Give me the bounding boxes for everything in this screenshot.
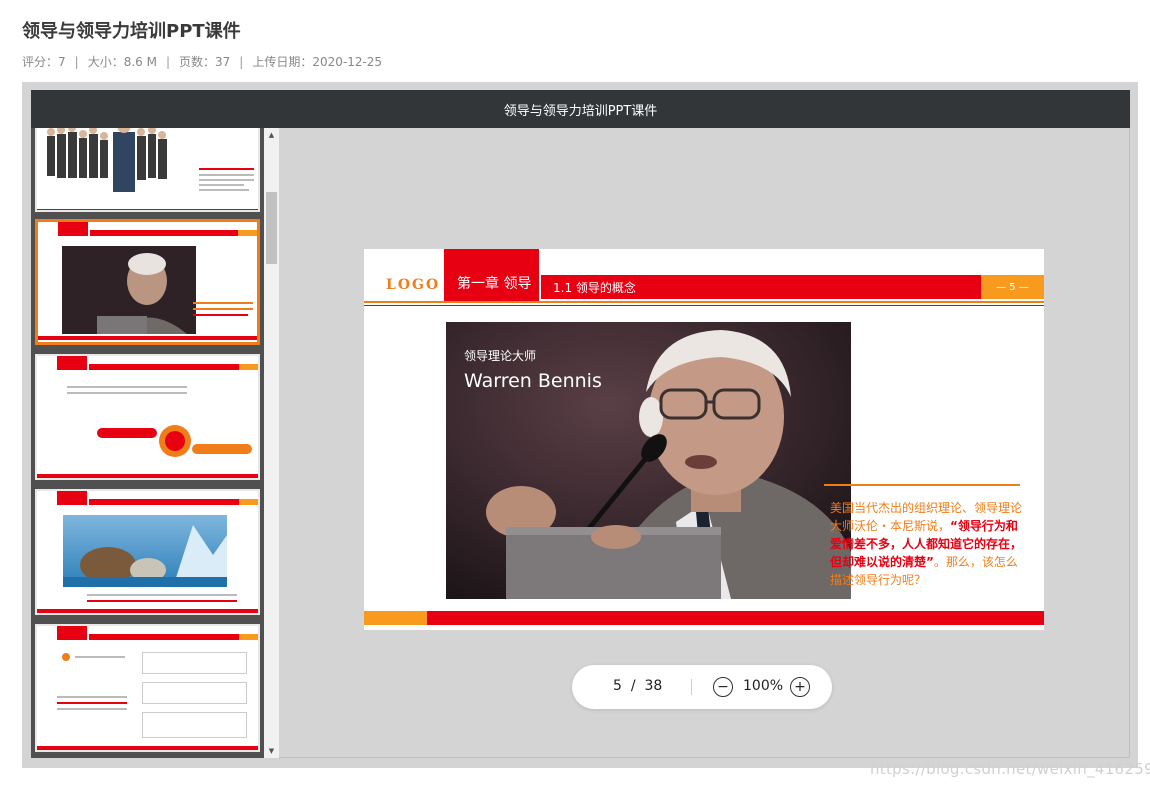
thumbnail-text <box>75 656 125 658</box>
slide-section-bar: 1.1 领导的概念 <box>541 275 981 299</box>
thumbnail-header <box>57 491 87 505</box>
page-slash: / <box>630 678 636 694</box>
scrollbar-thumb[interactable] <box>266 192 277 264</box>
thumbnail-slide-6[interactable] <box>35 354 260 480</box>
slide-photo: 领导理论大师 Warren Bennis <box>446 322 851 599</box>
meta-size: 大小：8.6 M <box>87 55 157 69</box>
slide-page-number: — 5 — <box>981 275 1044 299</box>
thumbnail-text <box>57 702 127 704</box>
document-meta: 评分：7 | 大小：8.6 M | 页数：37 | 上传日期：2020-12-25 <box>22 53 382 70</box>
thumbnail-text <box>193 314 248 316</box>
photo-caption-name: Warren Bennis <box>464 370 602 392</box>
slide-chapter-label: 第一章 领导 <box>457 276 532 292</box>
slide-logo: LOGO <box>386 277 441 293</box>
slide-footer-orange <box>364 611 427 625</box>
total-pages: 38 <box>644 678 663 694</box>
slide-footer-red <box>427 611 1044 625</box>
slide-header-rule <box>364 305 1044 306</box>
thumbnail-quote-box <box>142 712 247 738</box>
thumbnail-bullet <box>62 653 70 661</box>
thumbnail-list <box>34 128 260 758</box>
thumbnail-image <box>63 515 227 587</box>
thumbnail-bar <box>90 230 238 236</box>
thumbnail-text <box>67 386 187 388</box>
watermark: https://blog.csdn.net/weixin_41625929 <box>870 760 1150 778</box>
thumbnail-photo-graphic <box>97 253 187 334</box>
scroll-up-icon[interactable]: ▲ <box>264 128 279 142</box>
meta-rating: 评分：7 <box>22 55 66 69</box>
thumbnail-header <box>57 356 87 370</box>
thumbnail-text <box>57 696 127 698</box>
slide-header-rule <box>364 301 1044 303</box>
zoom-out-icon[interactable]: − <box>713 677 733 697</box>
thumbnail-footer <box>37 609 258 613</box>
viewer-title-bar: 领导与领导力培训PPT课件 <box>31 90 1130 128</box>
slide-section-label: 1.1 领导的概念 <box>553 280 636 295</box>
viewer-title: 领导与领导力培训PPT课件 <box>503 103 658 119</box>
thumbnail-text <box>193 302 253 304</box>
thumbnail-page-box <box>239 499 258 505</box>
thumbnail-bar <box>89 364 239 370</box>
meta-separator: | <box>239 55 244 69</box>
thumbnail-sidebar: ▲ ▼ <box>31 128 279 758</box>
thumbnail-text <box>87 600 237 602</box>
thumbnail-slide-5[interactable] <box>35 219 260 345</box>
slide-quote: 美国当代杰出的组织理论、领导理论大师沃伦・本尼斯说，“领导行为和爱情差不多，人人… <box>830 499 1024 589</box>
photo-caption-subtitle: 领导理论大师 <box>464 349 537 363</box>
scroll-down-icon[interactable]: ▼ <box>264 744 279 758</box>
thumbnail-people-graphic <box>37 128 258 210</box>
thumbnail-scrollbar[interactable]: ▲ ▼ <box>264 128 279 758</box>
thumbnail-page-box <box>239 364 258 370</box>
thumbnail-footer <box>37 746 258 750</box>
photo-caption: 领导理论大师 Warren Bennis <box>464 347 602 392</box>
slide-chapter: 第一章 领导 <box>444 249 539 301</box>
controls-divider <box>691 679 692 695</box>
page-indicator: 5 / 38 <box>613 678 662 694</box>
thumbnail-image-graphic <box>63 525 227 587</box>
meta-separator: | <box>165 55 170 69</box>
slide-header: LOGO 第一章 领导 1.1 领导的概念 — 5 — <box>364 249 1044 301</box>
slide-page-number-label: — 5 — <box>996 281 1029 293</box>
thumbnail-footer <box>38 336 257 340</box>
page-zoom-controls: 5 / 38 − 100% + <box>572 665 832 709</box>
thumbnail-page-box <box>239 634 258 640</box>
meta-pages: 页数：37 <box>179 55 231 69</box>
thumbnail-slide-8[interactable] <box>35 624 260 752</box>
meta-separator: | <box>74 55 79 69</box>
thumbnail-text <box>87 594 237 596</box>
thumbnail-bar <box>89 499 239 505</box>
thumbnail-header <box>58 222 88 236</box>
thumbnail-page-box <box>238 230 257 236</box>
thumbnail-text <box>193 308 253 310</box>
page-title: 领导与领导力培训PPT课件 <box>22 21 241 42</box>
thumbnail-text <box>57 708 127 710</box>
thumbnail-text <box>67 392 187 394</box>
thumbnail-footer <box>37 474 258 478</box>
thumbnail-diagram-graphic <box>97 425 252 457</box>
thumbnail-bar <box>89 634 239 640</box>
thumbnail-slide-7[interactable] <box>35 489 260 615</box>
zoom-level: 100% <box>743 678 784 694</box>
thumbnail-quote-box <box>142 682 247 704</box>
zoom-in-icon[interactable]: + <box>790 677 810 697</box>
thumbnail-slide-4[interactable] <box>35 128 260 212</box>
thumbnail-header <box>57 626 87 640</box>
current-page[interactable]: 5 <box>613 678 622 694</box>
current-slide: LOGO 第一章 领导 1.1 领导的概念 — 5 — 领导理论大师 Warre… <box>364 249 1044 630</box>
quote-rule <box>824 484 1020 486</box>
meta-date: 上传日期：2020-12-25 <box>252 55 383 69</box>
thumbnail-quote-box <box>142 652 247 674</box>
thumbnail-photo <box>62 246 196 334</box>
